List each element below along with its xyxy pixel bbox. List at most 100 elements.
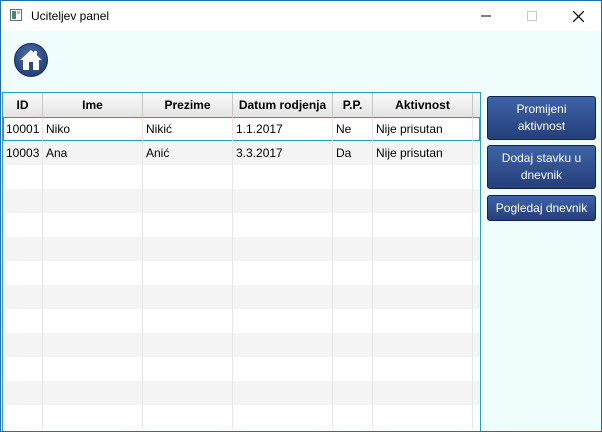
view-journal-button[interactable]: Pogledaj dnevnik (487, 195, 596, 221)
empty-cell (3, 333, 43, 357)
empty-cell (3, 213, 43, 237)
empty-cell (43, 381, 143, 405)
empty-cell (143, 165, 233, 189)
empty-cell (143, 381, 233, 405)
empty-cell (233, 165, 333, 189)
empty-table-row (3, 213, 480, 237)
empty-cell (333, 237, 373, 261)
empty-cell (233, 333, 333, 357)
cell-id: 10003 (3, 141, 43, 165)
cell-prezime: Anić (143, 141, 233, 165)
empty-cell (233, 285, 333, 309)
empty-cell (3, 309, 43, 333)
empty-cell (143, 405, 233, 429)
empty-cell (43, 333, 143, 357)
change-activity-button[interactable]: Promijeni aktivnost (487, 96, 596, 140)
empty-cell (43, 213, 143, 237)
empty-cell (373, 405, 473, 429)
column-header-ime[interactable]: Ime (43, 93, 143, 117)
cell-aktivnost: Nije prisutan (373, 117, 473, 141)
cell-id: 10001 (3, 117, 43, 141)
column-header-datum-rodjenja[interactable]: Datum rodjenja (233, 93, 333, 117)
close-button[interactable] (555, 1, 601, 31)
add-journal-entry-button[interactable]: Dodaj stavku u dnevnik (487, 145, 596, 189)
empty-table-row (3, 165, 480, 189)
empty-cell (233, 405, 333, 429)
column-header-aktivnost[interactable]: Aktivnost (373, 93, 473, 117)
empty-cell (3, 357, 43, 381)
empty-table-row (3, 333, 480, 357)
empty-cell (333, 333, 373, 357)
empty-cell (373, 189, 473, 213)
empty-cell (43, 237, 143, 261)
table-row[interactable]: 10001 Niko Nikić 1.1.2017 Ne Nije prisut… (3, 117, 480, 141)
empty-cell (333, 381, 373, 405)
empty-cell (3, 285, 43, 309)
empty-cell (333, 309, 373, 333)
empty-cell (43, 189, 143, 213)
empty-cell (233, 381, 333, 405)
empty-cell (143, 357, 233, 381)
empty-cell (233, 357, 333, 381)
empty-table-row (3, 357, 480, 381)
empty-cell (373, 165, 473, 189)
empty-cell (373, 357, 473, 381)
minimize-icon (481, 15, 491, 17)
empty-cell (373, 381, 473, 405)
home-button[interactable] (14, 43, 48, 77)
cell-datum-rodjenja: 3.3.2017 (233, 141, 333, 165)
empty-cell (373, 285, 473, 309)
empty-cell (3, 405, 43, 429)
empty-cell (43, 309, 143, 333)
cell-prezime: Nikić (143, 117, 233, 141)
app-window: Uciteljev panel ID Ime Prezime Datum rod… (0, 0, 602, 432)
empty-cell (43, 357, 143, 381)
close-icon (572, 10, 584, 22)
column-header-pp[interactable]: P.P. (333, 93, 373, 117)
empty-cell (373, 213, 473, 237)
empty-cell (143, 189, 233, 213)
empty-table-row (3, 381, 480, 405)
empty-cell (3, 165, 43, 189)
empty-cell (373, 309, 473, 333)
table-row[interactable]: 10003 Ana Anić 3.3.2017 Da Nije prisutan (3, 141, 480, 165)
empty-table-row (3, 189, 480, 213)
students-table[interactable]: ID Ime Prezime Datum rodjenja P.P. Aktiv… (2, 92, 481, 431)
empty-cell (43, 165, 143, 189)
column-header-prezime[interactable]: Prezime (143, 93, 233, 117)
empty-cell (3, 237, 43, 261)
title-bar[interactable]: Uciteljev panel (1, 1, 601, 31)
empty-table-row (3, 405, 480, 429)
empty-cell (233, 189, 333, 213)
minimize-button[interactable] (463, 1, 509, 31)
cell-ime: Ana (43, 141, 143, 165)
empty-cell (233, 237, 333, 261)
app-icon (10, 9, 22, 21)
empty-cell (333, 285, 373, 309)
empty-cell (333, 357, 373, 381)
empty-cell (143, 213, 233, 237)
empty-cell (43, 261, 143, 285)
empty-cell (43, 405, 143, 429)
window-title: Uciteljev panel (31, 9, 110, 23)
cell-pp: Ne (333, 117, 373, 141)
empty-cell (233, 261, 333, 285)
empty-cell (3, 381, 43, 405)
empty-table-row (3, 261, 480, 285)
column-header-id[interactable]: ID (3, 93, 43, 117)
empty-cell (373, 333, 473, 357)
empty-table-row (3, 309, 480, 333)
empty-cell (143, 333, 233, 357)
empty-cell (333, 189, 373, 213)
empty-cell (143, 285, 233, 309)
cell-ime: Niko (43, 117, 143, 141)
empty-table-row (3, 237, 480, 261)
empty-cell (333, 261, 373, 285)
empty-cell (333, 213, 373, 237)
empty-cell (233, 213, 333, 237)
cell-aktivnost: Nije prisutan (373, 141, 473, 165)
empty-cell (143, 261, 233, 285)
maximize-icon (527, 11, 537, 21)
empty-cell (143, 237, 233, 261)
cell-pp: Da (333, 141, 373, 165)
